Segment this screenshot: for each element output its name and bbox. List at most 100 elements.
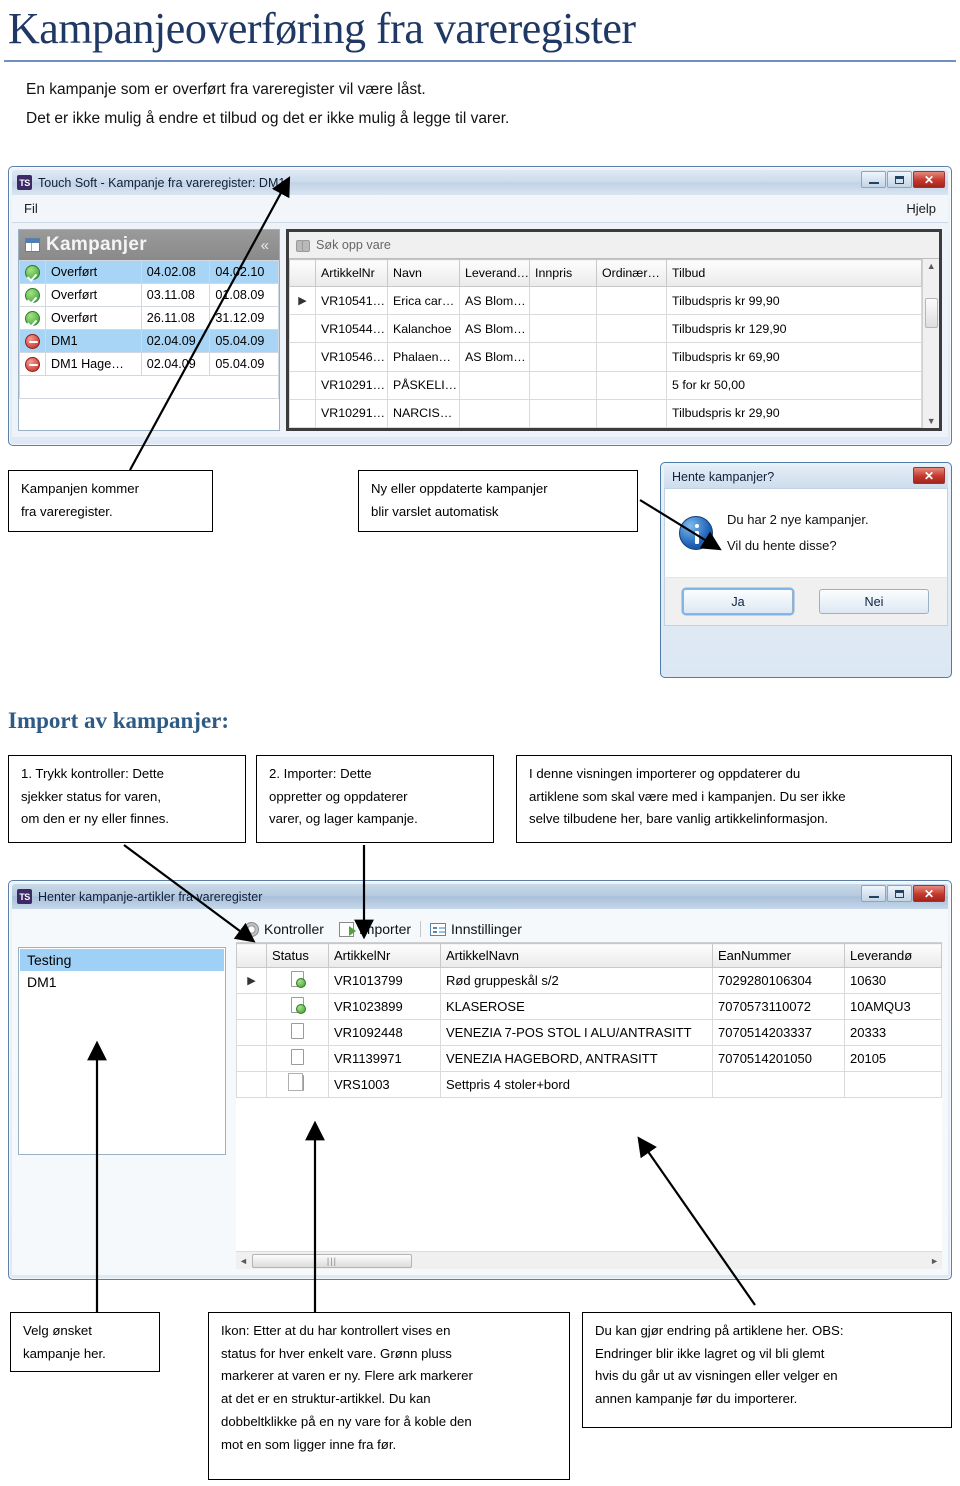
minimize-button[interactable]	[861, 885, 886, 902]
maximize-button[interactable]	[887, 885, 912, 902]
nei-button[interactable]: Nei	[819, 589, 929, 614]
table-row[interactable]: VRS1003 Settpris 4 stoler+bord	[236, 1071, 942, 1098]
list-item[interactable]: Testing	[20, 949, 224, 971]
grid-col-tilbud[interactable]: Tilbud	[665, 258, 923, 288]
kampanjer-panel-header: Kampanjer «	[19, 230, 279, 260]
sok-opp-vare-toolbar[interactable]: Søk opp vare	[289, 232, 939, 258]
window1-titlebar[interactable]: TS Touch Soft - Kampanje fra vareregiste…	[12, 170, 948, 195]
dialog-message-line-2: Vil du hente disse?	[727, 538, 837, 553]
campaign-to: 05.04.09	[209, 329, 279, 353]
touchsoft-logo-icon: TS	[17, 889, 32, 904]
minimize-button[interactable]	[861, 171, 886, 188]
table-row[interactable]: ▶ VR1013799 Rød gruppeskål s/2 702928010…	[236, 967, 942, 994]
callout-kampanjen-kommer: Kampanjen kommer fra vareregister.	[8, 470, 213, 532]
close-button[interactable]: ✕	[913, 885, 945, 902]
table-row[interactable]: VR10291… NARCIS… Tilbudspris kr 29,90	[289, 398, 923, 429]
doc-plain-icon	[291, 1023, 304, 1039]
row-marker: ▶	[236, 967, 267, 994]
scroll-up-icon[interactable]: ▲	[927, 261, 936, 271]
callout-visning-info: I denne visningen importerer og oppdater…	[516, 755, 952, 843]
grid-col-eannummer[interactable]: EanNummer	[712, 943, 845, 968]
table-row[interactable]: VR1023899 KLASEROSE 7070573110072 10AMQU…	[236, 993, 942, 1020]
doc-new-icon	[291, 997, 306, 1014]
grid-header-row: ArtikkelNr Navn Leverand… Innpris Ordinæ…	[289, 258, 923, 288]
grid-col-artikkelnr[interactable]: ArtikkelNr	[328, 943, 441, 968]
grid-col-leverandor[interactable]: Leverandø	[844, 943, 942, 968]
table-row[interactable]: Overført 26.11.08 31.12.09	[19, 306, 279, 330]
doc-multi-icon	[288, 1073, 304, 1091]
callout-line: Ikon: Etter at du har kontrollert vises …	[221, 1323, 451, 1338]
table-row[interactable]: Overført 04.02.08 04.02.10	[19, 260, 279, 284]
table-row-selected[interactable]: DM1 02.04.09 05.04.09	[19, 329, 279, 353]
table-row[interactable]: VR1092448 VENEZIA 7-POS STOL I ALU/ANTRA…	[236, 1019, 942, 1046]
grid-col-navn[interactable]: Navn	[387, 258, 460, 288]
window2-toolbar[interactable]: Kontroller Importer Innstillinger	[236, 917, 942, 942]
table-row[interactable]: VR10546… Phalaen… AS Blom… Tilbudspris k…	[289, 342, 923, 372]
list-item[interactable]: DM1	[20, 971, 224, 993]
collapse-panel-button[interactable]: «	[261, 237, 273, 254]
ja-button[interactable]: Ja	[683, 589, 793, 614]
kampanje-listbox[interactable]: Testing DM1	[18, 947, 226, 1155]
scroll-right-icon[interactable]: ►	[930, 1256, 939, 1266]
kampanje-listbox-column: Testing DM1	[18, 917, 226, 1269]
window-kampanje-fra-vareregister[interactable]: TS Touch Soft - Kampanje fra vareregiste…	[8, 166, 952, 446]
grid-col-leverandor[interactable]: Leverand…	[459, 258, 530, 288]
table-row[interactable]: VR10544… Kalanchoe AS Blom… Tilbudspris …	[289, 314, 923, 344]
cell-leverandor	[459, 370, 530, 400]
dialog-titlebar[interactable]: Hente kampanjer? ✕	[664, 466, 948, 488]
table-row[interactable]: VR1139971 VENEZIA HAGEBORD, ANTRASITT 70…	[236, 1045, 942, 1072]
window1-controls[interactable]: ✕	[861, 171, 945, 188]
cell-tilbud: 5 for kr 50,00	[665, 370, 923, 400]
window-henter-kampanje-artikler[interactable]: TS Henter kampanje-artikler fra vareregi…	[8, 880, 952, 1280]
callout-line: oppretter og oppdaterer	[269, 788, 408, 804]
cell-eannummer	[712, 1071, 845, 1098]
table-row[interactable]: VR10291… PÅSKELI… 5 for kr 50,00	[289, 370, 923, 400]
scrollbar-thumb[interactable]	[924, 297, 938, 328]
grid-col-innpris[interactable]: Innpris	[529, 258, 597, 288]
cell-artikkelnr: VR10541…	[315, 286, 388, 316]
scroll-down-icon[interactable]: ▼	[927, 416, 936, 426]
window2-controls[interactable]: ✕	[861, 885, 945, 902]
cell-artikkelnavn: VENEZIA 7-POS STOL I ALU/ANTRASITT	[440, 1019, 713, 1046]
vertical-scrollbar[interactable]: ▲ ▼	[922, 259, 939, 428]
innstillinger-label: Innstillinger	[451, 921, 522, 937]
grid-col-ordinaer[interactable]: Ordinær…	[596, 258, 667, 288]
section-heading-import: Import av kampanjer:	[8, 708, 230, 733]
window2-titlebar[interactable]: TS Henter kampanje-artikler fra vareregi…	[12, 884, 948, 909]
window1-menubar[interactable]: Fil Hjelp	[12, 195, 948, 223]
grid-col-artikkelnavn[interactable]: ArtikkelNavn	[440, 943, 713, 968]
hscrollbar-thumb[interactable]: |||	[251, 1253, 412, 1268]
horizontal-scrollbar[interactable]: ◄ ||| ►	[236, 1251, 942, 1269]
menu-item-fil[interactable]: Fil	[24, 201, 38, 216]
cell-eannummer: 7070514203337	[712, 1019, 845, 1046]
importer-button[interactable]: Importer	[338, 921, 411, 937]
grid-icon	[25, 238, 40, 252]
cell-eannummer: 7070514201050	[712, 1045, 845, 1072]
toolbar-divider	[420, 921, 422, 937]
cell-status	[266, 1019, 329, 1046]
close-button[interactable]: ✕	[913, 171, 945, 188]
table-row[interactable]: DM1 Hage… 02.04.09 05.04.09	[19, 352, 279, 376]
status-ok-icon	[25, 264, 40, 280]
hente-kampanjer-dialog[interactable]: Hente kampanjer? ✕ Du har 2 nye kampanje…	[660, 462, 952, 678]
menu-item-hjelp[interactable]: Hjelp	[906, 201, 936, 216]
campaign-from: 04.02.08	[140, 260, 211, 284]
row-marker	[236, 1019, 267, 1046]
dialog-controls[interactable]: ✕	[913, 467, 945, 484]
kontroller-button[interactable]: Kontroller	[244, 921, 324, 937]
table-row[interactable]: ▶ VR10541… Erica car… AS Blom… Tilbudspr…	[289, 286, 923, 316]
grid-col-status[interactable]: Status	[266, 943, 329, 968]
scroll-left-icon[interactable]: ◄	[239, 1256, 248, 1266]
cell-navn: Erica car…	[387, 286, 460, 316]
cell-artikkelnr: VR10291…	[315, 398, 388, 429]
cell-innpris	[529, 286, 597, 316]
artikkel-grid-column: Kontroller Importer Innstillinger Status…	[236, 917, 942, 1269]
grid-col-artikkelnr[interactable]: ArtikkelNr	[315, 258, 388, 288]
dialog-close-button[interactable]: ✕	[913, 467, 945, 484]
innstillinger-button[interactable]: Innstillinger	[430, 921, 522, 937]
sok-opp-vare-label[interactable]: Søk opp vare	[316, 238, 391, 252]
maximize-button[interactable]	[887, 171, 912, 188]
campaign-from: 02.04.09	[140, 329, 211, 353]
minimize-icon	[868, 181, 879, 184]
table-row[interactable]: Overført 03.11.08 01.08.09	[19, 283, 279, 307]
